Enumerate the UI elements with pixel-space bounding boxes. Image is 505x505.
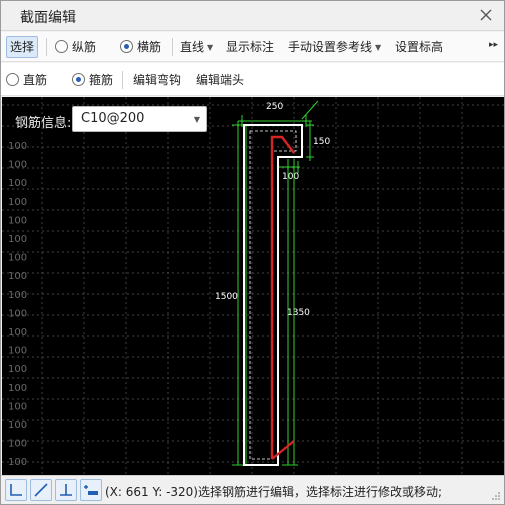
perpendicular-icon bbox=[60, 484, 72, 496]
grid-label: 100 bbox=[8, 215, 27, 226]
rebar-info-select[interactable]: C10@200 ▼ bbox=[72, 106, 207, 132]
dim-inner-step: 100 bbox=[282, 172, 299, 182]
grid-label: 100 bbox=[8, 141, 27, 152]
dim-right-top: 150 bbox=[313, 137, 330, 147]
grid-label: 100 bbox=[8, 197, 27, 208]
dim-top-width: 250 bbox=[266, 102, 283, 112]
snap-settings-icon bbox=[84, 485, 98, 495]
edit-end-button[interactable]: 编辑端头 bbox=[196, 70, 244, 90]
radio-straight-label: 直筋 bbox=[23, 73, 48, 87]
toolbar-primary: 选择 纵筋 横筋 直线 ▼ 显示标注 手动设置参考线 ▼ 设置标高 ▸▸ bbox=[1, 32, 504, 62]
orthogonal-snap-button[interactable] bbox=[5, 479, 27, 501]
radio-longitudinal-bar[interactable]: 纵筋 bbox=[55, 37, 96, 57]
line-type-dropdown[interactable]: 直线 ▼ bbox=[180, 37, 213, 57]
grid-label: 100 bbox=[8, 160, 27, 171]
section-drawing[interactable]: 100 100 100 100 100 100 100 100 100 100 100 100 100 1… bbox=[2, 97, 504, 475]
radio-transverse-bar[interactable]: 横筋 bbox=[120, 37, 161, 57]
manual-reference-label: 手动设置参考线 bbox=[288, 40, 373, 54]
grid-label: 100 bbox=[8, 383, 27, 394]
status-bar: (X: 661 Y: -320)选择钢筋进行编辑，选择标注进行修改或移动; bbox=[1, 475, 504, 504]
title-bar: 截面编辑 bbox=[1, 1, 504, 31]
grid-label: 100 bbox=[8, 290, 27, 301]
show-dimension-button[interactable]: 显示标注 bbox=[226, 37, 274, 57]
stirrup-rebar bbox=[270, 135, 295, 460]
caret-down-icon: ▼ bbox=[207, 43, 214, 52]
toolbar-divider bbox=[46, 38, 47, 56]
radio-longitudinal-label: 纵筋 bbox=[72, 40, 97, 54]
window-title: 截面编辑 bbox=[20, 10, 76, 26]
section-edit-window: 截面编辑 选择 纵筋 横筋 直线 ▼ 显示标注 手动设置参考线 ▼ 设置标高 ▸▸ … bbox=[0, 0, 505, 505]
grid-label: 100 bbox=[8, 364, 27, 375]
dim-inner-height: 1350 bbox=[287, 308, 310, 318]
grid-label: 100 bbox=[8, 401, 27, 412]
rebar-info-label: 钢筋信息: bbox=[15, 116, 72, 131]
orthogonal-icon bbox=[10, 484, 22, 496]
select-button[interactable]: 选择 bbox=[6, 36, 39, 58]
radio-checked-icon bbox=[120, 40, 133, 53]
dim-total-height: 1500 bbox=[215, 292, 238, 302]
radio-stirrup-label: 箍筋 bbox=[89, 73, 114, 87]
radio-unchecked-icon bbox=[6, 73, 19, 86]
radio-straight-bar[interactable]: 直筋 bbox=[6, 70, 47, 90]
grid-label: 100 bbox=[8, 253, 27, 264]
grid-label: 100 bbox=[8, 346, 27, 357]
grid-label: 100 bbox=[8, 439, 27, 450]
grid-label: 100 bbox=[8, 457, 27, 468]
caret-down-icon: ▼ bbox=[375, 43, 382, 52]
grid-label: 100 bbox=[8, 327, 27, 338]
radio-stirrup[interactable]: 箍筋 bbox=[72, 70, 113, 90]
line-type-label: 直线 bbox=[180, 40, 205, 54]
status-message: (X: 661 Y: -320)选择钢筋进行编辑，选择标注进行修改或移动; bbox=[105, 485, 443, 499]
close-icon[interactable] bbox=[476, 5, 496, 25]
grid-label: 100 bbox=[8, 308, 27, 319]
caret-down-icon: ▼ bbox=[193, 115, 200, 124]
perpendicular-button[interactable] bbox=[55, 479, 77, 501]
diagonal-line-icon bbox=[34, 483, 48, 497]
oblique-line-button[interactable] bbox=[30, 479, 52, 501]
grid bbox=[2, 97, 504, 475]
grid-label: 100 bbox=[8, 234, 27, 245]
toolbar-divider bbox=[122, 71, 123, 89]
grid-label: 100 bbox=[8, 271, 27, 282]
radio-unchecked-icon bbox=[55, 40, 68, 53]
dimension-line bbox=[301, 100, 319, 120]
radio-checked-icon bbox=[72, 73, 85, 86]
snap-settings-button[interactable] bbox=[80, 479, 102, 501]
drawing-canvas[interactable]: 100 100 100 100 100 100 100 100 100 100 100 100 100 1… bbox=[2, 97, 504, 475]
toolbar-overflow-icon[interactable]: ▸▸ bbox=[489, 40, 498, 50]
set-elevation-button[interactable]: 设置标高 bbox=[395, 37, 443, 57]
radio-transverse-label: 横筋 bbox=[137, 40, 162, 54]
toolbar-secondary: 直筋 箍筋 编辑弯钩 编辑端头 bbox=[1, 63, 504, 96]
edit-hook-button[interactable]: 编辑弯钩 bbox=[133, 70, 181, 90]
grid-label: 100 bbox=[8, 178, 27, 189]
manual-reference-dropdown[interactable]: 手动设置参考线 ▼ bbox=[288, 37, 381, 57]
resize-grip-icon[interactable] bbox=[492, 492, 500, 500]
grid-label: 100 bbox=[8, 420, 27, 431]
rebar-info-value: C10@200 bbox=[81, 111, 145, 126]
toolbar-divider bbox=[172, 38, 173, 56]
